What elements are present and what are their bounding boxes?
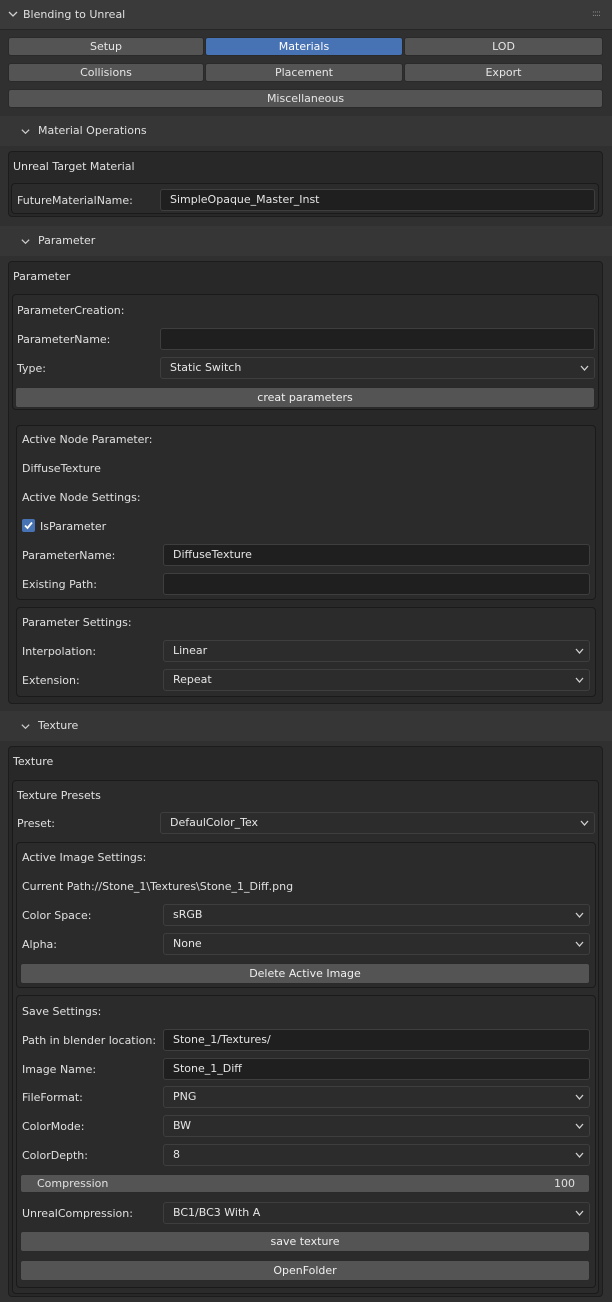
unreal-compression-label: UnrealCompression: <box>22 1207 133 1220</box>
unreal-target-material-title: Unreal Target Material <box>13 160 135 173</box>
existing-path-label: Existing Path: <box>22 578 97 591</box>
tab-collisions[interactable]: Collisions <box>8 63 204 82</box>
existing-path-field[interactable] <box>163 573 590 595</box>
parameter-settings-title: Parameter Settings: <box>22 616 132 629</box>
chevron-down-icon <box>575 1123 584 1129</box>
compression-value: 100 <box>554 1177 575 1190</box>
create-parameters-button[interactable]: creat parameters <box>15 387 595 408</box>
tab-miscellaneous[interactable]: Miscellaneous <box>8 89 603 108</box>
type-dropdown[interactable]: Static Switch <box>160 357 595 379</box>
active-node-name: DiffuseTexture <box>22 462 101 475</box>
alpha-dropdown[interactable]: None <box>163 933 590 955</box>
future-material-name-label: FutureMaterialName: <box>17 194 133 207</box>
interpolation-value: Linear <box>173 644 208 657</box>
panel-header[interactable]: Blending to Unreal :::: <box>0 0 612 30</box>
active-node-title: Active Node Parameter: <box>22 433 153 446</box>
preset-value: DefaulColor_Tex <box>170 816 259 829</box>
chevron-down-icon <box>8 11 18 17</box>
preset-dropdown[interactable]: DefaulColor_Tex <box>160 812 595 834</box>
parameter-header[interactable]: Parameter <box>0 226 612 256</box>
material-operations-header[interactable]: Material Operations <box>0 116 612 146</box>
interpolation-dropdown[interactable]: Linear <box>163 640 590 662</box>
file-format-value: PNG <box>173 1090 197 1103</box>
texture-header-title: Texture <box>38 719 79 732</box>
chevron-down-icon <box>575 1152 584 1158</box>
delete-active-image-button[interactable]: Delete Active Image <box>20 963 590 984</box>
chevron-down-icon <box>21 239 30 245</box>
preset-label: Preset: <box>17 817 56 830</box>
extension-value: Repeat <box>173 673 212 686</box>
parameter-creation-title: ParameterCreation: <box>17 304 125 317</box>
drag-grip-icon[interactable]: :::: <box>592 9 601 19</box>
chevron-down-icon <box>575 1210 584 1216</box>
interpolation-label: Interpolation: <box>22 645 97 658</box>
unreal-compression-value: BC1/BC3 With A <box>173 1206 261 1219</box>
active-node-settings-title: Active Node Settings: <box>22 491 141 504</box>
color-space-dropdown[interactable]: sRGB <box>163 904 590 926</box>
chevron-down-icon <box>575 1094 584 1100</box>
texture-header[interactable]: Texture <box>0 711 612 741</box>
chevron-down-icon <box>575 648 584 654</box>
tab-export[interactable]: Export <box>404 63 603 82</box>
current-path-text: Current Path://Stone_1\Textures\Stone_1_… <box>22 880 294 893</box>
tab-placement[interactable]: Placement <box>205 63 403 82</box>
active-param-name-field[interactable]: DiffuseTexture <box>163 544 590 566</box>
color-space-value: sRGB <box>173 908 203 921</box>
tab-materials[interactable]: Materials <box>205 37 403 56</box>
color-mode-value: BW <box>173 1119 192 1132</box>
tab-setup[interactable]: Setup <box>8 37 204 56</box>
is-parameter-label[interactable]: IsParameter <box>40 520 106 533</box>
save-settings-title: Save Settings: <box>22 1005 102 1018</box>
color-depth-value: 8 <box>173 1148 180 1161</box>
chevron-down-icon <box>575 677 584 683</box>
material-operations-title: Material Operations <box>38 124 147 137</box>
parameter-name-label: ParameterName: <box>17 333 111 346</box>
type-dropdown-value: Static Switch <box>170 361 242 374</box>
color-depth-label: ColorDepth: <box>22 1149 88 1162</box>
texture-presets-title: Texture Presets <box>17 789 101 802</box>
path-in-blender-field[interactable]: Stone_1/Textures/ <box>163 1029 590 1051</box>
image-name-label: Image Name: <box>22 1063 97 1076</box>
chevron-down-icon <box>21 129 30 135</box>
panel-title: Blending to Unreal <box>23 8 126 21</box>
path-in-blender-label: Path in blender location: <box>22 1034 157 1047</box>
extension-label: Extension: <box>22 674 80 687</box>
chevron-down-icon <box>575 941 584 947</box>
color-depth-dropdown[interactable]: 8 <box>163 1144 590 1166</box>
compression-slider[interactable]: Compression 100 <box>20 1174 590 1193</box>
chevron-down-icon <box>580 820 589 826</box>
alpha-label: Alpha: <box>22 938 57 951</box>
color-space-label: Color Space: <box>22 909 92 922</box>
texture-box-title: Texture <box>13 755 54 768</box>
unreal-compression-dropdown[interactable]: BC1/BC3 With A <box>163 1202 590 1224</box>
image-name-field[interactable]: Stone_1_Diff <box>163 1058 590 1080</box>
color-mode-dropdown[interactable]: BW <box>163 1115 590 1137</box>
active-image-settings-title: Active Image Settings: <box>22 851 147 864</box>
alpha-value: None <box>173 937 202 950</box>
is-parameter-checkbox[interactable] <box>22 519 35 532</box>
checkmark-icon <box>24 521 33 530</box>
file-format-dropdown[interactable]: PNG <box>163 1086 590 1108</box>
chevron-down-icon <box>575 912 584 918</box>
chevron-down-icon <box>580 365 589 371</box>
parameter-name-field[interactable] <box>160 328 595 350</box>
parameter-header-title: Parameter <box>38 234 96 247</box>
color-mode-label: ColorMode: <box>22 1120 85 1133</box>
compression-label: Compression <box>37 1177 109 1190</box>
type-label: Type: <box>17 362 46 375</box>
save-texture-button[interactable]: save texture <box>20 1231 590 1252</box>
active-param-name-label: ParameterName: <box>22 549 116 562</box>
open-folder-button[interactable]: OpenFolder <box>20 1260 590 1281</box>
chevron-down-icon <box>21 724 30 730</box>
file-format-label: FileFormat: <box>22 1091 83 1104</box>
extension-dropdown[interactable]: Repeat <box>163 669 590 691</box>
tab-lod[interactable]: LOD <box>404 37 603 56</box>
parameter-box-title: Parameter <box>13 270 71 283</box>
future-material-name-field[interactable]: SimpleOpaque_Master_Inst <box>160 189 595 211</box>
